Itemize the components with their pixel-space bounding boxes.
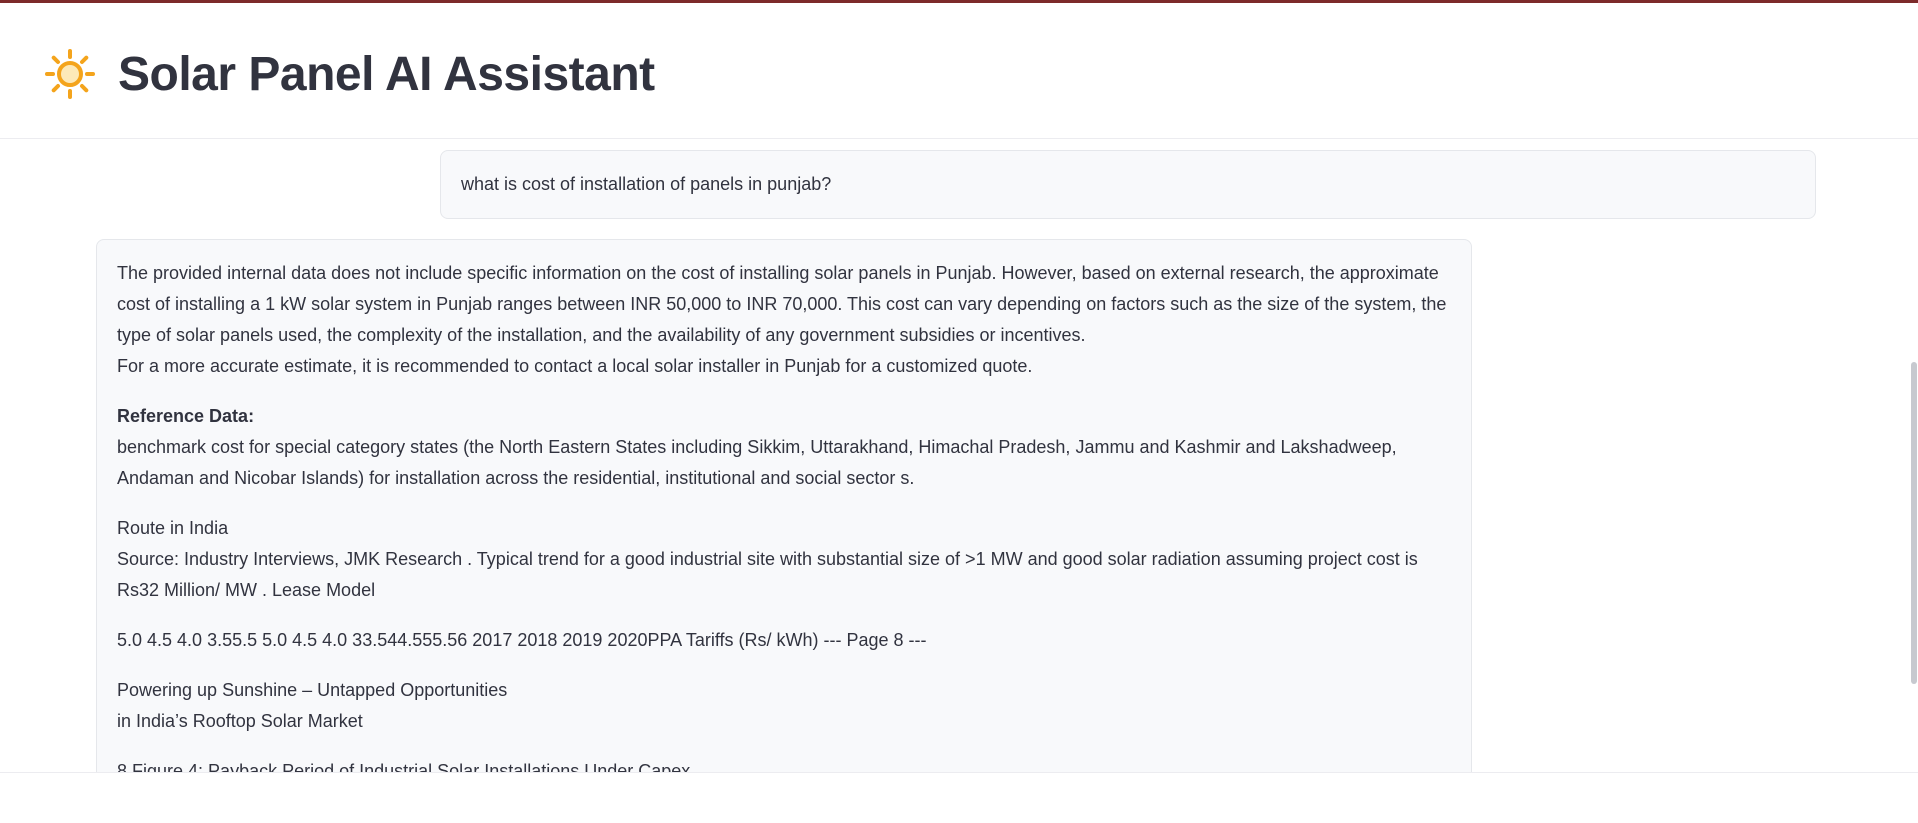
bottom-bar bbox=[0, 772, 1918, 823]
tariff-line: 5.0 4.5 4.0 3.55.5 5.0 4.5 4.0 33.544.55… bbox=[117, 630, 927, 650]
sun-icon bbox=[44, 48, 96, 100]
route-title: Route in India bbox=[117, 518, 229, 538]
powering-line-2: in India’s Rooftop Solar Market bbox=[117, 711, 363, 731]
assistant-message: The provided internal data does not incl… bbox=[96, 239, 1472, 772]
assistant-answer-main: The provided internal data does not incl… bbox=[117, 263, 1447, 345]
assistant-answer-recommendation: For a more accurate estimate, it is reco… bbox=[117, 356, 1033, 376]
reference-text: benchmark cost for special category stat… bbox=[117, 437, 1397, 488]
app-header: Solar Panel AI Assistant bbox=[0, 3, 1918, 139]
chat-message-list[interactable]: what is cost of installation of panels i… bbox=[0, 139, 1900, 772]
route-block: Route in India Source: Industry Intervie… bbox=[117, 513, 1451, 606]
scrollbar-thumb[interactable] bbox=[1911, 362, 1917, 684]
reference-block: Reference Data: benchmark cost for speci… bbox=[117, 401, 1451, 494]
powering-block: Powering up Sunshine – Untapped Opportun… bbox=[117, 675, 1451, 737]
route-text: Source: Industry Interviews, JMK Researc… bbox=[117, 549, 1418, 600]
assistant-answer: The provided internal data does not incl… bbox=[117, 258, 1451, 382]
user-message: what is cost of installation of panels i… bbox=[440, 150, 1816, 219]
reference-title: Reference Data: bbox=[117, 406, 255, 426]
figure-caption: 8 Figure 4: Payback Period of Industrial… bbox=[117, 761, 691, 772]
page-title: Solar Panel AI Assistant bbox=[118, 48, 655, 101]
powering-line-1: Powering up Sunshine – Untapped Opportun… bbox=[117, 680, 508, 700]
user-message-text: what is cost of installation of panels i… bbox=[461, 174, 832, 194]
